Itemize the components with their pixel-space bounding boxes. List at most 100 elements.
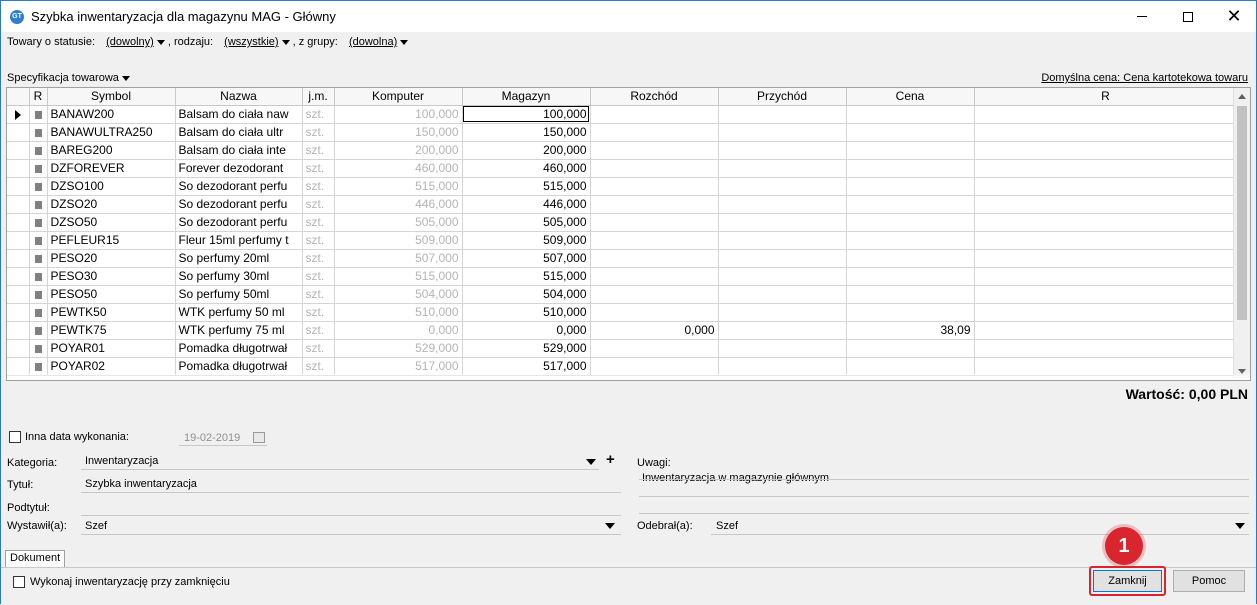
status-filter-dropdown[interactable]: (dowolny): [106, 36, 165, 48]
name-cell[interactable]: Balsam do ciała inte: [175, 141, 303, 160]
computer-qty-cell[interactable]: 517,000: [334, 357, 463, 376]
name-cell[interactable]: WTK perfumy 75 ml: [175, 321, 303, 340]
row-r-cell[interactable]: [29, 303, 48, 322]
scroll-thumb[interactable]: [1237, 106, 1247, 320]
out-qty-cell[interactable]: [590, 123, 719, 142]
symbol-cell[interactable]: PESO50: [47, 285, 176, 304]
scroll-up-icon[interactable]: [1238, 94, 1246, 99]
r2-cell[interactable]: [974, 105, 1238, 124]
table-row[interactable]: PEWTK75 WTK perfumy 75 ml szt. 0,000 0,000 0,…: [7, 321, 1238, 340]
unit-cell[interactable]: szt.: [302, 249, 335, 268]
row-selector[interactable]: [7, 177, 30, 196]
r2-cell[interactable]: [974, 303, 1238, 322]
table-row[interactable]: BAREG200 Balsam do ciała inte szt. 200,000 2…: [7, 141, 1238, 160]
name-cell[interactable]: So perfumy 50ml: [175, 285, 303, 304]
name-cell[interactable]: Pomadka długotrwał: [175, 339, 303, 358]
title-field[interactable]: Szybka inwentaryzacja: [85, 478, 197, 490]
price-cell[interactable]: [846, 249, 975, 268]
computer-qty-cell[interactable]: 100,000: [334, 105, 463, 124]
unit-cell[interactable]: szt.: [302, 213, 335, 232]
computer-qty-cell[interactable]: 446,000: [334, 195, 463, 214]
in-qty-cell[interactable]: [718, 249, 847, 268]
symbol-cell[interactable]: DZSO20: [47, 195, 176, 214]
symbol-cell[interactable]: DZFOREVER: [47, 159, 176, 178]
warehouse-qty-cell[interactable]: 515,000: [462, 177, 591, 196]
kind-filter-dropdown[interactable]: (wszystkie): [224, 36, 290, 48]
warehouse-qty-cell[interactable]: 446,000: [462, 195, 591, 214]
minimize-button[interactable]: [1119, 1, 1165, 32]
price-cell[interactable]: [846, 357, 975, 376]
category-field[interactable]: Inwentaryzacja: [85, 455, 158, 467]
r2-cell[interactable]: [974, 159, 1238, 178]
table-row[interactable]: BANAW200 Balsam do ciała naw szt. 100,000 10…: [7, 105, 1238, 124]
out-qty-cell[interactable]: [590, 231, 719, 250]
row-r-cell[interactable]: [29, 123, 48, 142]
in-qty-cell[interactable]: [718, 195, 847, 214]
row-selector[interactable]: [7, 303, 30, 322]
group-filter-dropdown[interactable]: (dowolna): [349, 36, 409, 48]
row-selector[interactable]: [7, 141, 30, 160]
table-row[interactable]: DZSO100 So dezodorant perfu szt. 515,000 515…: [7, 177, 1238, 196]
out-qty-cell[interactable]: 0,000: [590, 321, 719, 340]
column-header-r[interactable]: R: [29, 88, 48, 106]
table-row[interactable]: PESO20 So perfumy 20ml szt. 507,000 507,000: [7, 249, 1238, 268]
price-cell[interactable]: [846, 105, 975, 124]
table-row[interactable]: POYAR01 Pomadka długotrwał szt. 529,000 529,…: [7, 339, 1238, 358]
row-selector[interactable]: [7, 159, 30, 178]
unit-cell[interactable]: szt.: [302, 141, 335, 160]
r2-cell[interactable]: [974, 123, 1238, 142]
warehouse-qty-cell[interactable]: 460,000: [462, 159, 591, 178]
r2-cell[interactable]: [974, 267, 1238, 286]
issued-by-field[interactable]: Szef: [85, 520, 107, 532]
symbol-cell[interactable]: PEFLEUR15: [47, 231, 176, 250]
r2-cell[interactable]: [974, 195, 1238, 214]
name-cell[interactable]: So dezodorant perfu: [175, 195, 303, 214]
symbol-cell[interactable]: PEWTK50: [47, 303, 176, 322]
out-qty-cell[interactable]: [590, 213, 719, 232]
in-qty-cell[interactable]: [718, 303, 847, 322]
computer-qty-cell[interactable]: 505,000: [334, 213, 463, 232]
price-cell[interactable]: [846, 267, 975, 286]
row-r-cell[interactable]: [29, 249, 48, 268]
out-qty-cell[interactable]: [590, 303, 719, 322]
table-row[interactable]: PESO30 So perfumy 30ml szt. 515,000 515,000: [7, 267, 1238, 286]
price-cell[interactable]: [846, 339, 975, 358]
row-r-cell[interactable]: [29, 141, 48, 160]
price-cell[interactable]: [846, 177, 975, 196]
row-selector[interactable]: [7, 357, 30, 376]
row-selector[interactable]: [7, 339, 30, 358]
row-selector[interactable]: [7, 123, 30, 142]
calendar-icon[interactable]: [253, 432, 265, 443]
price-cell[interactable]: [846, 195, 975, 214]
symbol-cell[interactable]: DZSO100: [47, 177, 176, 196]
unit-cell[interactable]: szt.: [302, 357, 335, 376]
in-qty-cell[interactable]: [718, 177, 847, 196]
warehouse-qty-cell[interactable]: 504,000: [462, 285, 591, 304]
symbol-cell[interactable]: BANAW200: [47, 105, 176, 124]
r2-cell[interactable]: [974, 249, 1238, 268]
warehouse-qty-cell[interactable]: 510,000: [462, 303, 591, 322]
symbol-cell[interactable]: POYAR01: [47, 339, 176, 358]
unit-cell[interactable]: szt.: [302, 123, 335, 142]
name-cell[interactable]: WTK perfumy 50 ml: [175, 303, 303, 322]
computer-qty-cell[interactable]: 507,000: [334, 249, 463, 268]
unit-cell[interactable]: szt.: [302, 339, 335, 358]
name-cell[interactable]: Balsam do ciała ultr: [175, 123, 303, 142]
column-header-in[interactable]: Przychód: [718, 88, 847, 106]
name-cell[interactable]: So perfumy 20ml: [175, 249, 303, 268]
out-qty-cell[interactable]: [590, 339, 719, 358]
warehouse-qty-cell[interactable]: 529,000: [462, 339, 591, 358]
warehouse-qty-cell[interactable]: 200,000: [462, 141, 591, 160]
out-qty-cell[interactable]: [590, 285, 719, 304]
row-r-cell[interactable]: [29, 177, 48, 196]
row-selector[interactable]: [7, 285, 30, 304]
out-qty-cell[interactable]: [590, 267, 719, 286]
row-selector[interactable]: [7, 195, 30, 214]
row-r-cell[interactable]: [29, 285, 48, 304]
table-row[interactable]: DZFOREVER Forever dezodorant szt. 460,000 46…: [7, 159, 1238, 178]
items-grid[interactable]: R Symbol Nazwa j.m. Komputer Magazyn Roz…: [6, 87, 1251, 381]
column-header-name[interactable]: Nazwa: [175, 88, 303, 106]
symbol-cell[interactable]: PESO30: [47, 267, 176, 286]
help-button[interactable]: Pomoc: [1173, 570, 1245, 592]
row-r-cell[interactable]: [29, 357, 48, 376]
